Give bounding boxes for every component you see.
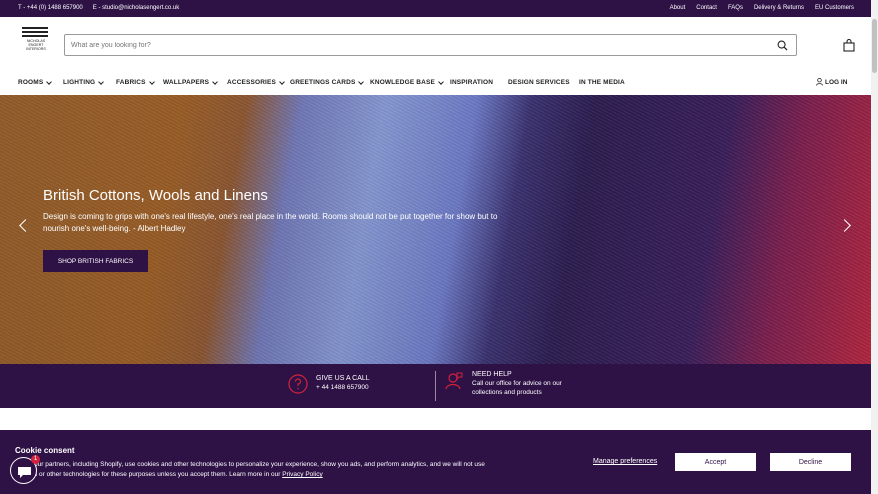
page-scrollbar[interactable] bbox=[871, 0, 878, 494]
search-input[interactable] bbox=[65, 41, 745, 49]
question-icon bbox=[288, 374, 308, 394]
nav-lighting[interactable]: LIGHTING bbox=[63, 78, 105, 86]
need-help-line-2: collections and products bbox=[472, 389, 542, 396]
cookie-title: Cookie consent bbox=[15, 446, 75, 455]
need-help-block: NEED HELP Call our office for advice on … bbox=[444, 370, 562, 397]
nav-label: KNOWLEDGE BASE bbox=[370, 79, 435, 86]
site-logo[interactable]: NICHOLAS ENGERT INTERIORS bbox=[20, 27, 52, 63]
chat-launcher[interactable]: 1 bbox=[10, 455, 40, 484]
nav-wallpapers[interactable]: WALLPAPERS bbox=[163, 78, 219, 86]
nav-design-services[interactable]: DESIGN SERVICES bbox=[508, 79, 570, 86]
logo-line-3: INTERIORS bbox=[26, 47, 46, 51]
top-link-about[interactable]: About bbox=[670, 5, 686, 11]
logo-bar bbox=[22, 31, 48, 33]
call-block: GIVE US A CALL + 44 1488 657900 bbox=[288, 374, 370, 394]
chevron-down-icon bbox=[98, 78, 105, 85]
nav-in-the-media[interactable]: IN THE MEDIA bbox=[579, 79, 625, 86]
chevron-down-icon bbox=[438, 78, 444, 85]
top-link-contact[interactable]: Contact bbox=[696, 5, 717, 11]
hero-title: British Cottons, Wools and Linens bbox=[43, 187, 268, 204]
top-links: About Contact FAQs Delivery & Returns EU… bbox=[670, 5, 854, 11]
logo-bar bbox=[22, 27, 48, 29]
phone-link[interactable]: T - +44 (0) 1488 657900 bbox=[18, 5, 83, 11]
chevron-down-icon bbox=[212, 78, 219, 85]
hero-banner: British Cottons, Wools and Linens Design… bbox=[0, 95, 871, 364]
nav-accessories[interactable]: ACCESSORIES bbox=[227, 78, 285, 86]
chevron-down-icon bbox=[279, 78, 285, 85]
cookie-text-line-2-body: s or other technologies for these purpos… bbox=[34, 471, 281, 478]
top-link-delivery[interactable]: Delivery & Returns bbox=[754, 5, 804, 11]
nav-inspiration[interactable]: INSPIRATION bbox=[450, 79, 493, 86]
main-nav: ROOMS LIGHTING FABRICS WALLPAPERS ACCESS… bbox=[0, 72, 871, 95]
top-bar: T - +44 (0) 1488 657900 E - studio@nicho… bbox=[0, 0, 871, 17]
need-help-text: NEED HELP Call our office for advice on … bbox=[472, 370, 562, 397]
top-link-eu[interactable]: EU Customers bbox=[815, 5, 854, 11]
search-bar bbox=[64, 34, 797, 56]
contact-info: T - +44 (0) 1488 657900 E - studio@nicho… bbox=[18, 5, 179, 11]
call-text: GIVE US A CALL + 44 1488 657900 bbox=[316, 374, 370, 394]
site-header: NICHOLAS ENGERT INTERIORS bbox=[0, 17, 871, 72]
hero-quote: Design is coming to grips with one's rea… bbox=[43, 212, 498, 233]
nav-label: ROOMS bbox=[18, 79, 44, 86]
user-icon bbox=[816, 78, 823, 86]
nav-label: DESIGN SERVICES bbox=[508, 79, 570, 86]
chevron-down-icon bbox=[46, 78, 53, 85]
call-title: GIVE US A CALL bbox=[316, 375, 370, 382]
login-link[interactable]: LOG IN bbox=[816, 78, 847, 86]
nav-label: IN THE MEDIA bbox=[579, 79, 625, 86]
cookie-text: our partners, including Shopify, use coo… bbox=[34, 460, 554, 480]
need-help-line-1: Call our office for advice on our bbox=[472, 380, 562, 387]
nav-greetings-cards[interactable]: GREETINGS CARDS bbox=[290, 78, 365, 86]
cookie-consent-banner: Cookie consent our partners, including S… bbox=[0, 430, 871, 494]
nav-label: GREETINGS CARDS bbox=[290, 79, 356, 86]
cart-icon[interactable] bbox=[843, 39, 855, 52]
shop-british-fabrics-button[interactable]: SHOP BRITISH FABRICS bbox=[43, 250, 148, 272]
nav-label: FABRICS bbox=[116, 79, 146, 86]
call-number[interactable]: + 44 1488 657900 bbox=[316, 383, 370, 392]
email-link[interactable]: E - studio@nicholasengert.co.uk bbox=[93, 5, 179, 11]
privacy-policy-link[interactable]: Privacy Policy bbox=[282, 471, 322, 478]
logo-text: NICHOLAS ENGERT INTERIORS bbox=[20, 39, 52, 51]
chevron-down-icon bbox=[148, 78, 155, 85]
logo-bar bbox=[22, 35, 48, 37]
chevron-down-icon bbox=[358, 78, 365, 85]
cookie-text-line-1: our partners, including Shopify, use coo… bbox=[34, 461, 485, 468]
decline-button[interactable]: Decline bbox=[770, 453, 851, 471]
nav-label: INSPIRATION bbox=[450, 79, 494, 86]
nav-label: LIGHTING bbox=[63, 79, 96, 86]
search-icon[interactable] bbox=[777, 40, 788, 51]
manage-preferences-link[interactable]: Manage preferences bbox=[593, 458, 657, 465]
nav-label: ACCESSORIES bbox=[227, 79, 276, 86]
support-agent-icon bbox=[445, 372, 463, 390]
top-link-faqs[interactable]: FAQs bbox=[728, 5, 743, 11]
help-strip: GIVE US A CALL + 44 1488 657900 NEED HEL… bbox=[0, 364, 871, 408]
accept-button[interactable]: Accept bbox=[675, 453, 756, 471]
nav-knowledge-base[interactable]: KNOWLEDGE BASE bbox=[370, 78, 444, 86]
nav-rooms[interactable]: ROOMS bbox=[18, 78, 53, 86]
nav-fabrics[interactable]: FABRICS bbox=[116, 78, 155, 86]
nav-label: WALLPAPERS bbox=[163, 79, 210, 86]
login-label: LOG IN bbox=[825, 78, 848, 86]
need-help-title: NEED HELP bbox=[472, 371, 512, 378]
cookie-text-line-2: s or other technologies for these purpos… bbox=[34, 470, 554, 480]
chat-badge: 1 bbox=[31, 455, 40, 464]
help-divider bbox=[435, 371, 436, 401]
scrollbar-thumb[interactable] bbox=[872, 19, 877, 73]
